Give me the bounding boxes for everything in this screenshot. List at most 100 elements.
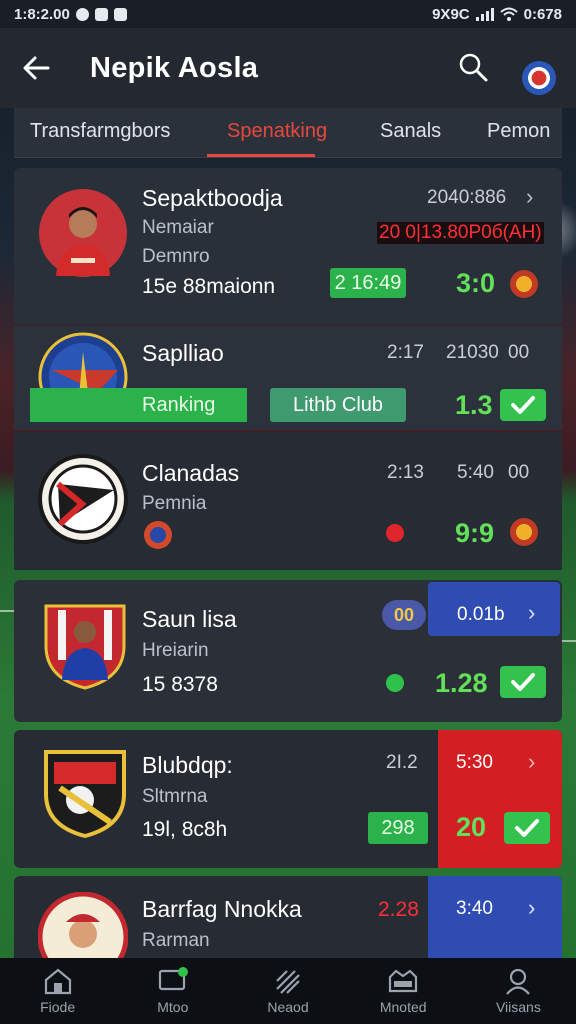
match-time: 2:17: [387, 342, 424, 363]
match-date-badge: 20 0|13.80P0б(AH): [377, 222, 544, 244]
team-name: Barrfag Nnokka: [142, 896, 302, 922]
nav-home[interactable]: Fiode: [0, 958, 115, 1024]
live-dot: [386, 524, 404, 542]
match-time: 2040:886: [427, 187, 507, 208]
odds-value[interactable]: 3:0: [456, 268, 495, 299]
tab-bar: Transfarmgbors Spenatking Sanals Pemon: [14, 108, 562, 158]
club-crest-icon: [44, 750, 126, 838]
chevron-right-icon[interactable]: ›: [526, 184, 533, 210]
chat-icon: [158, 967, 188, 991]
team-card[interactable]: Blubdqp: Sltmrna 19l, 8c8h 2I.2 5:30 › 2…: [14, 730, 562, 868]
status-time: 1:8:2.00: [14, 5, 70, 23]
check-icon[interactable]: [504, 812, 550, 844]
profile-icon: [506, 968, 531, 995]
match-time: 00: [508, 462, 530, 483]
app-header: Nepik Aosla: [0, 28, 576, 108]
nav-label: Mnoted: [379, 999, 427, 1015]
team-stat: 15e 88maionn: [142, 275, 276, 298]
page-title: Nepik Aosla: [90, 52, 259, 84]
odds-value[interactable]: 9:9: [455, 518, 494, 549]
odds-value[interactable]: 1.28: [435, 668, 488, 699]
team-detail: Pemnia: [142, 493, 207, 514]
team-card[interactable]: Saplliao 2:17 21030 00 Ranking Lithb Clu…: [14, 326, 562, 430]
chevron-right-icon[interactable]: ›: [528, 749, 535, 775]
team-stat: 15 8378: [142, 673, 218, 696]
team-name: Blubdqp:: [142, 752, 233, 778]
club-crest-icon: [38, 454, 128, 544]
tab-transfers[interactable]: Transfarmgbors: [30, 120, 170, 143]
box-value: 5:30: [456, 752, 493, 773]
news-icon: [276, 970, 300, 994]
chevron-right-icon[interactable]: ›: [528, 895, 535, 921]
bottom-navigation: Fiode Mtoo Neaod Mnoted Viisans: [0, 958, 576, 1024]
pitch-line: [562, 640, 576, 642]
match-time: 21030: [446, 342, 499, 363]
ranking-button[interactable]: Ranking: [30, 388, 247, 422]
team-name: Saun lisa: [142, 606, 237, 632]
pitch-line: [0, 610, 14, 612]
notification-icon: [75, 7, 89, 21]
stadium-icon: [389, 969, 418, 993]
odds-value[interactable]: 1.3: [455, 390, 493, 421]
status-text: 9X9C: [432, 5, 470, 23]
match-time: 2.28: [378, 898, 419, 921]
match-time: 00: [508, 342, 530, 363]
nav-label: Fiode: [40, 999, 76, 1015]
club-badge-icon: [510, 518, 538, 546]
live-dot: [386, 674, 404, 692]
media-icon: [94, 7, 108, 21]
club-badge-icon: [510, 270, 538, 298]
team-name: Sepaktboodja: [142, 185, 283, 211]
tab-signals[interactable]: Sanals: [380, 120, 441, 143]
wifi-icon: [499, 7, 518, 21]
team-card[interactable]: Clanadas Pemnia 2:13 5:40 00 9:9: [14, 432, 562, 570]
score-pill: 2 16:49: [330, 268, 406, 298]
odds-value[interactable]: 20: [456, 812, 486, 843]
search-icon[interactable]: [458, 52, 488, 82]
nav-news[interactable]: Neaod: [230, 958, 345, 1024]
nav-label: Neaod: [267, 999, 309, 1015]
team-card[interactable]: Barrfag Nnokka Rarman 2.28 3:40 ›: [14, 876, 562, 966]
nav-label: Mtoo: [157, 999, 189, 1015]
club-button[interactable]: Lithb Club: [270, 388, 406, 422]
check-icon[interactable]: [500, 666, 546, 698]
team-card[interactable]: Saun lisa Hreiarin 15 8378 00 0.01b › 1.…: [14, 580, 562, 722]
club-crest-icon: [38, 892, 128, 966]
check-icon[interactable]: [500, 389, 546, 421]
team-detail: Sltmrna: [142, 786, 208, 807]
nav-matches[interactable]: Mnoted: [346, 958, 461, 1024]
status-left: 1:8:2.00: [14, 6, 127, 23]
nav-label: Viisans: [495, 999, 541, 1015]
nav-messages[interactable]: Mtoo: [115, 958, 230, 1024]
match-time: 2I.2: [386, 752, 418, 773]
chevron-right-icon[interactable]: ›: [528, 600, 535, 626]
status-chip: 00: [382, 600, 426, 630]
status-right: 9X9C 0:678: [432, 6, 562, 23]
tab-person[interactable]: Pemon: [487, 120, 550, 143]
player-photo: [39, 189, 127, 277]
home-icon: [44, 968, 71, 995]
battery-text: 0:678: [523, 5, 562, 23]
status-bar: 1:8:2.00 9X9C 0:678: [0, 0, 576, 28]
team-detail: Rarman: [142, 930, 210, 951]
signal-icon: [475, 7, 494, 21]
team-detail: Hreiarin: [142, 640, 209, 661]
team-detail: Nemaiar: [142, 217, 214, 238]
message-icon: [113, 7, 127, 21]
team-card[interactable]: Sepaktboodja Nemaiar Demnro 15e 88maionn…: [14, 168, 562, 324]
score-pill: 298: [368, 812, 428, 844]
profile-avatar[interactable]: [522, 61, 556, 95]
highlight-box: [438, 730, 562, 868]
active-tab-indicator: [207, 154, 315, 157]
tab-ranking[interactable]: Spenatking: [227, 120, 327, 143]
team-stat: 19l, 8c8h: [142, 818, 228, 841]
team-detail: Demnro: [142, 246, 210, 267]
box-value: 0.01b: [457, 604, 505, 625]
match-time: 5:40: [457, 462, 494, 483]
club-badge-icon: [144, 521, 172, 549]
player-crest: [44, 604, 126, 690]
match-time: 2:13: [387, 462, 424, 483]
back-arrow-icon[interactable]: [20, 52, 52, 84]
nav-profile[interactable]: Viisans: [461, 958, 576, 1024]
highlight-box: [428, 876, 562, 966]
